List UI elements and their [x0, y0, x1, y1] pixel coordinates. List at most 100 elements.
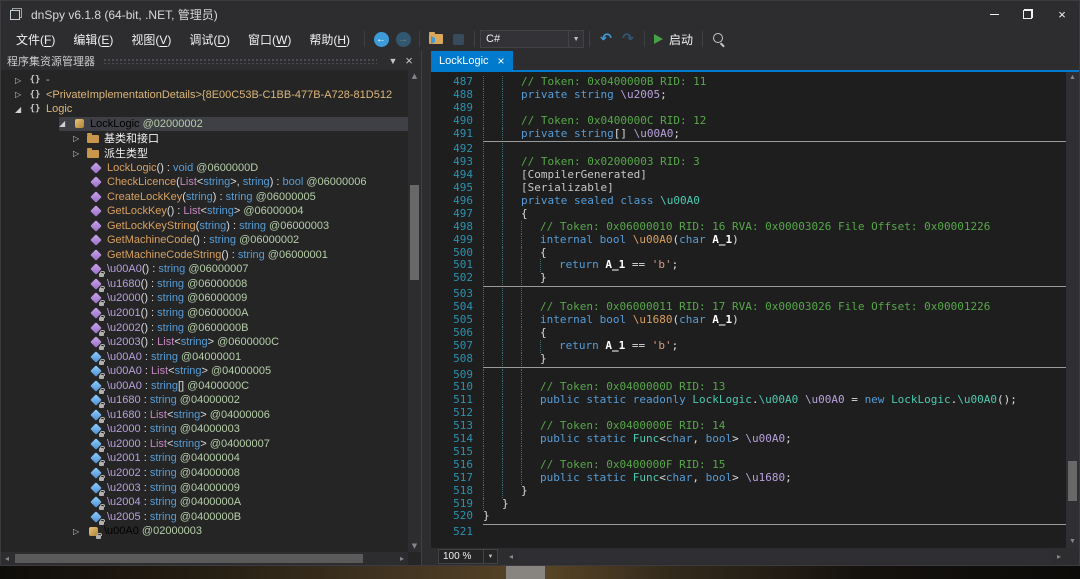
code-line[interactable]: 511public static readonly LockLogic.\u00… [439, 394, 1066, 407]
start-button[interactable]: 启动 [650, 31, 697, 48]
code-line[interactable]: 507return A_1 == 'b'; [439, 340, 1066, 353]
language-selector[interactable]: C# ▼ [480, 30, 584, 48]
scroll-down-icon[interactable]: ▼ [408, 540, 421, 552]
scroll-left-icon[interactable]: ◂ [504, 552, 518, 561]
tree-item[interactable]: \u2005 : string @0400000B [1, 509, 408, 524]
menu-h[interactable]: 帮助(H) [300, 28, 359, 51]
tree-item[interactable]: ◢LockLogic @02000002 [1, 117, 408, 132]
restore-button[interactable] [1011, 1, 1045, 27]
tree-item[interactable]: ▷基类和接口 [1, 131, 408, 146]
tab-close-icon[interactable]: × [498, 55, 505, 67]
tree-horizontal-scrollbar[interactable]: ◂ ▸ [1, 552, 408, 565]
editor-horizontal-scrollbar[interactable] [518, 550, 1052, 563]
scroll-up-icon[interactable]: ▲ [1066, 72, 1079, 84]
tree-item[interactable]: \u2003() : List<string> @0600000C [1, 335, 408, 350]
code-line[interactable]: 488private string \u2005; [439, 89, 1066, 102]
collapse-icon[interactable]: ◢ [59, 119, 72, 128]
panel-splitter[interactable] [422, 51, 431, 565]
code-line[interactable]: 505internal bool \u1680(char A_1) [439, 314, 1066, 327]
search-button[interactable] [708, 29, 730, 49]
menu-w[interactable]: 窗口(W) [239, 28, 300, 51]
code-lines[interactable]: 487// Token: 0x0400000B RID: 11488privat… [431, 72, 1066, 548]
tree-vertical-scrollbar[interactable]: ▲ ▼ [408, 70, 421, 552]
code-line[interactable]: 502} [439, 272, 1066, 285]
tree-item[interactable]: \u2002 : string @04000008 [1, 466, 408, 481]
menu-e[interactable]: 编辑(E) [64, 28, 122, 51]
expand-icon[interactable]: ▷ [15, 76, 28, 85]
tree-item[interactable]: \u00A0 : string[] @0400000C [1, 378, 408, 393]
code-line[interactable]: 521 [439, 526, 1066, 539]
tree-item[interactable]: ◢{}Logic [1, 102, 408, 117]
navigate-back-button[interactable]: ← [370, 29, 392, 49]
scroll-left-icon[interactable]: ◂ [1, 554, 13, 563]
tree-item[interactable]: \u2002() : string @0600000B [1, 320, 408, 335]
expand-icon[interactable]: ▷ [15, 90, 28, 99]
tree-item[interactable]: \u2000 : List<string> @04000007 [1, 437, 408, 452]
tree-item[interactable]: CreateLockKey(string) : string @06000005 [1, 189, 408, 204]
minimize-button[interactable] [977, 1, 1011, 27]
tree-item[interactable]: \u2000() : string @06000009 [1, 291, 408, 306]
scroll-down-icon[interactable]: ▼ [1066, 536, 1079, 548]
tab-locklogic[interactable]: LockLogic × [431, 51, 513, 70]
undo-button[interactable]: ↶ [595, 29, 617, 49]
code-line[interactable]: 518} [439, 485, 1066, 498]
code-line[interactable]: 519} [439, 498, 1066, 511]
tree-item[interactable]: ▷\u00A0 @02000003 [1, 524, 408, 539]
code-line[interactable]: 517public static Func<char, bool> \u1680… [439, 472, 1066, 485]
tree-item[interactable]: \u00A0() : string @06000007 [1, 262, 408, 277]
tree-item[interactable]: \u00A0 : List<string> @04000005 [1, 364, 408, 379]
tree-item[interactable]: \u2003 : string @04000009 [1, 480, 408, 495]
close-button[interactable]: × [1045, 1, 1079, 27]
tree-item[interactable]: \u1680 : string @04000002 [1, 393, 408, 408]
menu-d[interactable]: 调试(D) [180, 28, 239, 51]
tree-hscroll-thumb[interactable] [15, 554, 363, 563]
scroll-up-icon[interactable]: ▲ [408, 70, 421, 82]
code-line[interactable]: 504// Token: 0x06000011 RID: 17 RVA: 0x0… [439, 301, 1066, 314]
tree-item[interactable]: \u1680 : List<string> @04000006 [1, 408, 408, 423]
expand-icon[interactable]: ▷ [73, 149, 86, 158]
code-line[interactable]: 499internal bool \u00A0(char A_1) [439, 234, 1066, 247]
menu-v[interactable]: 视图(V) [122, 28, 180, 51]
code-line[interactable]: 514public static Func<char, bool> \u00A0… [439, 433, 1066, 446]
panel-grip[interactable] [103, 57, 377, 64]
tree-item[interactable]: LockLogic() : void @0600000D [1, 160, 408, 175]
tree-item[interactable]: \u2001() : string @0600000A [1, 306, 408, 321]
tree-item[interactable]: \u2004 : string @0400000A [1, 495, 408, 510]
zoom-dropdown-icon[interactable]: ▼ [484, 549, 498, 564]
expand-icon[interactable]: ▷ [73, 527, 86, 536]
redo-button[interactable]: ↷ [617, 29, 639, 49]
tree-scroll-thumb[interactable] [410, 185, 419, 280]
tree-item[interactable]: \u1680() : string @06000008 [1, 277, 408, 292]
expand-icon[interactable]: ▷ [73, 134, 86, 143]
open-file-button[interactable] [425, 29, 447, 49]
code-line[interactable]: 509 [439, 369, 1066, 382]
tree-item[interactable]: GetLockKey() : List<string> @06000004 [1, 204, 408, 219]
code-line[interactable]: 498// Token: 0x06000010 RID: 16 RVA: 0x0… [439, 221, 1066, 234]
tree-item[interactable]: \u2000 : string @04000003 [1, 422, 408, 437]
tree-item[interactable]: GetLockKeyString(string) : string @06000… [1, 218, 408, 233]
tree-item[interactable]: ▷{}- [1, 73, 408, 88]
tree-item[interactable]: ▷{}<PrivateImplementationDetails>{8E00C5… [1, 88, 408, 103]
tree-item[interactable]: \u00A0 : string @04000001 [1, 349, 408, 364]
scroll-right-icon[interactable]: ▸ [1052, 552, 1066, 561]
tree-item[interactable]: CheckLicence(List<string>, string) : boo… [1, 175, 408, 190]
chevron-down-icon[interactable]: ▼ [568, 31, 583, 47]
collapse-icon[interactable]: ◢ [15, 105, 28, 114]
code-line[interactable]: 501return A_1 == 'b'; [439, 259, 1066, 272]
code-editor[interactable]: 487// Token: 0x0400000B RID: 11488privat… [431, 72, 1079, 548]
code-line[interactable]: 520} [439, 510, 1066, 523]
code-line[interactable]: 500{ [439, 247, 1066, 260]
panel-menu-button[interactable]: ▼ [385, 56, 401, 66]
scroll-right-icon[interactable]: ▸ [396, 554, 408, 563]
code-line[interactable]: 508} [439, 353, 1066, 366]
tree-item[interactable]: ▷派生类型 [1, 146, 408, 161]
tree-item[interactable]: GetMachineCodeString() : string @0600000… [1, 248, 408, 263]
navigate-forward-button[interactable]: → [392, 29, 414, 49]
zoom-level-control[interactable]: 100 % [438, 549, 484, 564]
panel-close-button[interactable]: × [401, 53, 417, 68]
editor-scroll-thumb[interactable] [1068, 461, 1077, 501]
code-line[interactable]: 512 [439, 407, 1066, 420]
code-line[interactable]: 496private sealed class \u00A0 [439, 195, 1066, 208]
code-line[interactable]: 506{ [439, 327, 1066, 340]
menu-f[interactable]: 文件(F) [7, 28, 64, 51]
